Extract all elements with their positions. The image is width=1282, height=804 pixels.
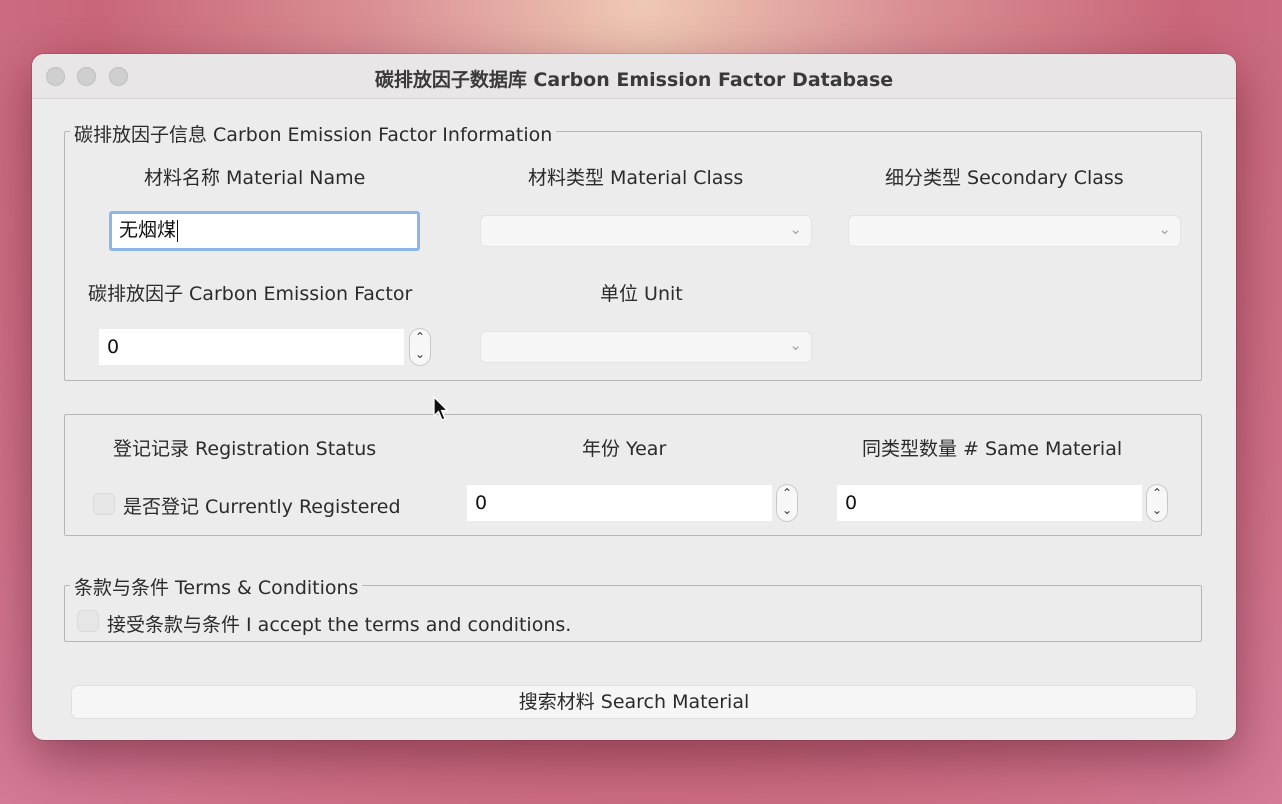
unit-select[interactable]: ⌄	[481, 332, 811, 362]
chevron-down-icon: ⌄	[1158, 220, 1171, 238]
emission-factor-input[interactable]: 0	[99, 329, 404, 365]
text-caret	[177, 219, 179, 242]
same-material-label: 同类型数量 # Same Material	[862, 438, 1123, 460]
accept-terms-label: 接受条款与条件 I accept the terms and condition…	[107, 614, 572, 636]
same-material-input[interactable]: 0	[837, 485, 1142, 521]
info-group-legend: 碳排放因子信息 Carbon Emission Factor Informati…	[70, 120, 557, 147]
registered-checkbox-label: 是否登记 Currently Registered	[123, 496, 401, 518]
material-name-input[interactable]: 无烟煤	[109, 211, 420, 251]
emission-factor-label: 碳排放因子 Carbon Emission Factor	[88, 283, 413, 305]
window-title: 碳排放因子数据库 Carbon Emission Factor Database	[374, 69, 894, 91]
registration-status-label: 登记记录 Registration Status	[113, 438, 377, 460]
unit-label: 单位 Unit	[600, 283, 683, 305]
search-material-button[interactable]: 搜索材料 Search Material	[72, 686, 1196, 718]
year-label: 年份 Year	[582, 438, 667, 460]
material-name-value: 无烟煤	[119, 219, 177, 241]
secondary-class-select[interactable]: ⌄	[849, 216, 1180, 246]
chevron-down-icon: ⌄	[789, 220, 802, 238]
material-class-label: 材料类型 Material Class	[528, 167, 744, 189]
mouse-pointer-icon	[433, 396, 449, 421]
secondary-class-label: 细分类型 Secondary Class	[885, 167, 1124, 189]
emission-factor-stepper[interactable]: ⌃ ⌄	[410, 329, 430, 365]
app-window: 碳排放因子数据库 Carbon Emission Factor Database…	[32, 54, 1236, 740]
chevron-down-icon: ⌄	[789, 336, 802, 354]
material-name-label: 材料名称 Material Name	[144, 167, 366, 189]
same-material-stepper[interactable]: ⌃ ⌄	[1147, 485, 1167, 521]
terms-group-legend: 条款与条件 Terms & Conditions	[70, 573, 363, 600]
material-class-select[interactable]: ⌄	[481, 216, 811, 246]
title-bar: 碳排放因子数据库 Carbon Emission Factor Database	[32, 54, 1236, 99]
year-stepper[interactable]: ⌃ ⌄	[777, 485, 797, 521]
year-input[interactable]: 0	[467, 485, 772, 521]
registered-checkbox[interactable]	[94, 494, 114, 514]
accept-terms-checkbox[interactable]	[78, 611, 98, 631]
